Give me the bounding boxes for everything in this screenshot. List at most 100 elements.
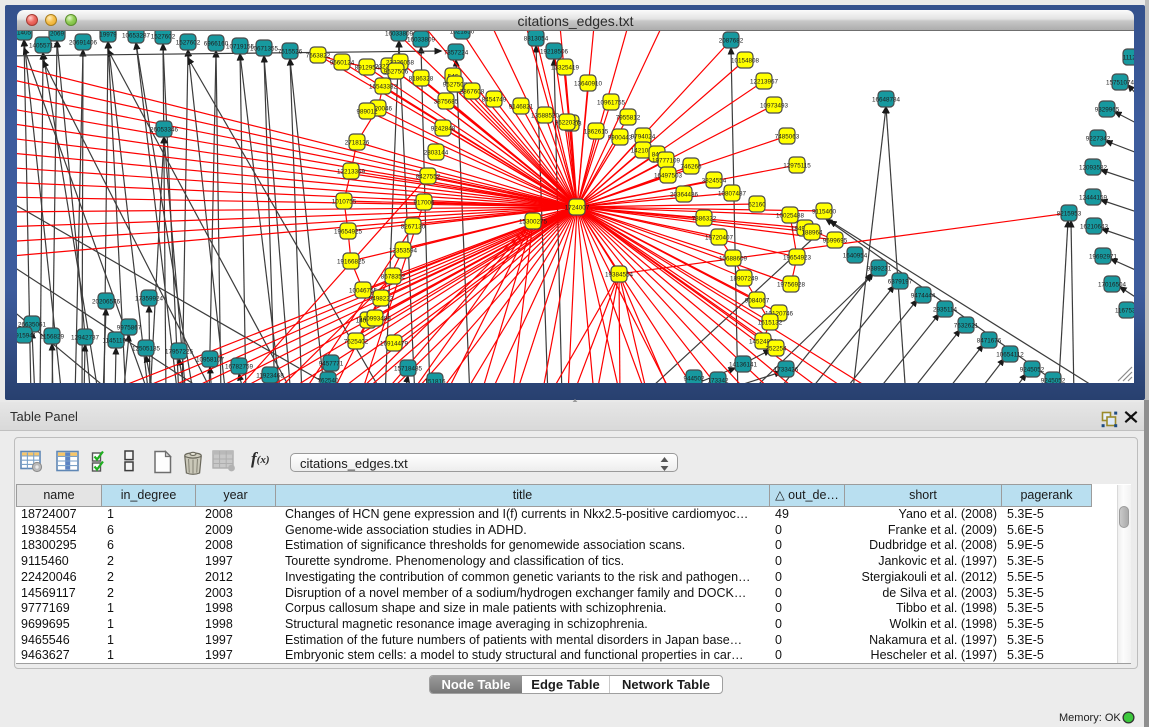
svg-text:16543382: 16543382 <box>369 84 398 91</box>
svg-text:9389231: 9389231 <box>867 266 892 273</box>
svg-text:3915941: 3915941 <box>17 333 37 340</box>
svg-text:8186328: 8186328 <box>409 76 434 83</box>
svg-text:20206576: 20206576 <box>92 299 121 306</box>
svg-text:18907249: 18907249 <box>730 276 759 283</box>
svg-text:7386322: 7386322 <box>692 216 717 223</box>
svg-text:2803144: 2803144 <box>424 150 449 157</box>
svg-text:9242848: 9242848 <box>431 126 456 133</box>
svg-text:2935114: 2935114 <box>933 307 958 314</box>
svg-text:14136141: 14136141 <box>729 362 758 369</box>
svg-text:3875685: 3875685 <box>434 99 459 106</box>
svg-text:9329965: 9329965 <box>1095 107 1120 114</box>
svg-text:12213369: 12213369 <box>337 169 366 176</box>
svg-text:944502: 944502 <box>683 376 705 383</box>
svg-text:15718485: 15718485 <box>394 366 423 373</box>
svg-text:7663822: 7663822 <box>306 53 331 60</box>
svg-text:10958107: 10958107 <box>196 357 225 364</box>
svg-text:11451194: 11451194 <box>102 338 130 345</box>
svg-text:8471676: 8471676 <box>977 338 1002 345</box>
svg-text:252254: 252254 <box>765 346 787 353</box>
svg-text:19218506: 19218506 <box>540 49 569 56</box>
svg-text:11923468: 11923468 <box>256 373 284 380</box>
svg-text:1527602: 1527602 <box>151 34 176 41</box>
svg-text:11121: 11121 <box>1123 55 1134 62</box>
svg-text:15300275: 15300275 <box>519 219 548 226</box>
svg-text:19777109: 19777109 <box>652 158 681 165</box>
svg-text:989012: 989012 <box>356 109 378 116</box>
svg-text:151816: 151816 <box>424 379 446 383</box>
svg-text:9457771: 9457771 <box>319 361 344 368</box>
svg-text:9245052: 9245052 <box>1041 378 1066 383</box>
svg-text:8427552: 8427552 <box>416 174 441 181</box>
svg-text:19654923: 19654923 <box>783 255 812 262</box>
svg-text:1724007: 1724007 <box>565 205 590 212</box>
svg-text:15751074: 15751074 <box>1106 80 1134 87</box>
svg-text:62160: 62160 <box>748 202 766 209</box>
svg-text:1733426: 1733426 <box>774 367 799 374</box>
svg-text:762540: 762540 <box>317 378 339 383</box>
svg-text:12444159: 12444159 <box>1079 195 1108 202</box>
svg-text:19166825: 19166825 <box>337 259 366 266</box>
svg-text:20691406: 20691406 <box>69 40 98 47</box>
svg-text:8678352: 8678352 <box>381 274 406 281</box>
svg-text:9660124: 9660124 <box>330 60 355 67</box>
svg-text:10671355: 10671355 <box>250 46 279 53</box>
svg-text:188964: 188964 <box>801 230 823 237</box>
svg-text:10653287: 10653287 <box>122 33 151 40</box>
svg-text:2069: 2069 <box>50 31 65 38</box>
svg-text:10807487: 10807487 <box>718 191 747 198</box>
svg-text:7625402: 7625402 <box>344 339 369 346</box>
svg-text:9227342: 9227342 <box>1086 136 1111 143</box>
svg-text:19756928: 19756928 <box>777 282 806 289</box>
svg-text:7357224: 7357224 <box>444 50 469 57</box>
svg-text:16648784: 16648784 <box>872 97 901 104</box>
svg-text:2087682: 2087682 <box>719 38 744 45</box>
svg-text:16782759: 16782759 <box>225 364 254 371</box>
svg-text:3824554: 3824554 <box>702 178 727 185</box>
svg-text:26053346: 26053346 <box>150 127 179 134</box>
svg-text:19384554: 19384554 <box>605 272 634 279</box>
svg-text:8267130: 8267130 <box>401 224 426 231</box>
svg-text:19979: 19979 <box>99 32 117 39</box>
svg-text:10973493: 10973493 <box>760 103 789 110</box>
svg-text:10154808: 10154808 <box>731 58 760 65</box>
svg-text:16210643: 16210643 <box>1080 224 1109 231</box>
svg-text:17359924: 17359924 <box>135 296 164 303</box>
svg-text:9474444: 9474444 <box>911 293 936 300</box>
svg-text:13640910: 13640910 <box>574 81 603 88</box>
svg-text:1010755: 1010755 <box>332 199 357 206</box>
svg-text:9794024: 9794024 <box>631 134 656 141</box>
svg-text:12975115: 12975115 <box>783 163 811 170</box>
svg-text:1640954: 1640954 <box>843 253 868 260</box>
svg-text:9245052: 9245052 <box>1020 367 1045 374</box>
svg-text:7632621: 7632621 <box>954 323 979 330</box>
svg-text:1362615: 1362615 <box>584 129 609 136</box>
svg-text:9084067: 9084067 <box>745 298 770 305</box>
svg-text:1615132: 1615132 <box>758 320 783 327</box>
svg-text:9900443: 9900443 <box>608 135 633 142</box>
svg-text:19692971: 19692971 <box>1089 254 1118 261</box>
svg-text:17016504: 17016504 <box>1098 282 1127 289</box>
svg-text:1156829: 1156829 <box>40 334 65 341</box>
svg-text:12942737: 12942737 <box>71 335 100 342</box>
svg-text:2718126: 2718126 <box>345 140 370 147</box>
svg-text:9527506: 9527506 <box>384 69 409 76</box>
svg-text:8215953: 8215953 <box>1057 211 1082 218</box>
svg-text:1167533: 1167533 <box>1115 308 1134 315</box>
svg-text:7515526: 7515526 <box>278 49 303 56</box>
svg-text:7485063: 7485063 <box>775 134 800 141</box>
svg-text:20364436: 20364436 <box>670 192 699 199</box>
svg-text:16914479: 16914479 <box>380 341 409 348</box>
svg-text:173342: 173342 <box>707 378 729 383</box>
svg-text:10961755: 10961755 <box>597 100 626 107</box>
svg-text:9975867: 9975867 <box>117 325 142 332</box>
svg-text:13588520: 13588520 <box>531 113 560 120</box>
svg-text:7955812: 7955812 <box>616 115 641 122</box>
svg-text:13325419: 13325419 <box>551 65 580 72</box>
svg-text:12213967: 12213967 <box>750 79 779 86</box>
svg-text:10688609: 10688609 <box>719 256 748 263</box>
svg-text:19654925: 19654925 <box>334 229 363 236</box>
svg-text:1405: 1405 <box>17 31 31 37</box>
svg-text:6379197: 6379197 <box>888 279 913 286</box>
svg-text:9115460: 9115460 <box>812 209 837 216</box>
